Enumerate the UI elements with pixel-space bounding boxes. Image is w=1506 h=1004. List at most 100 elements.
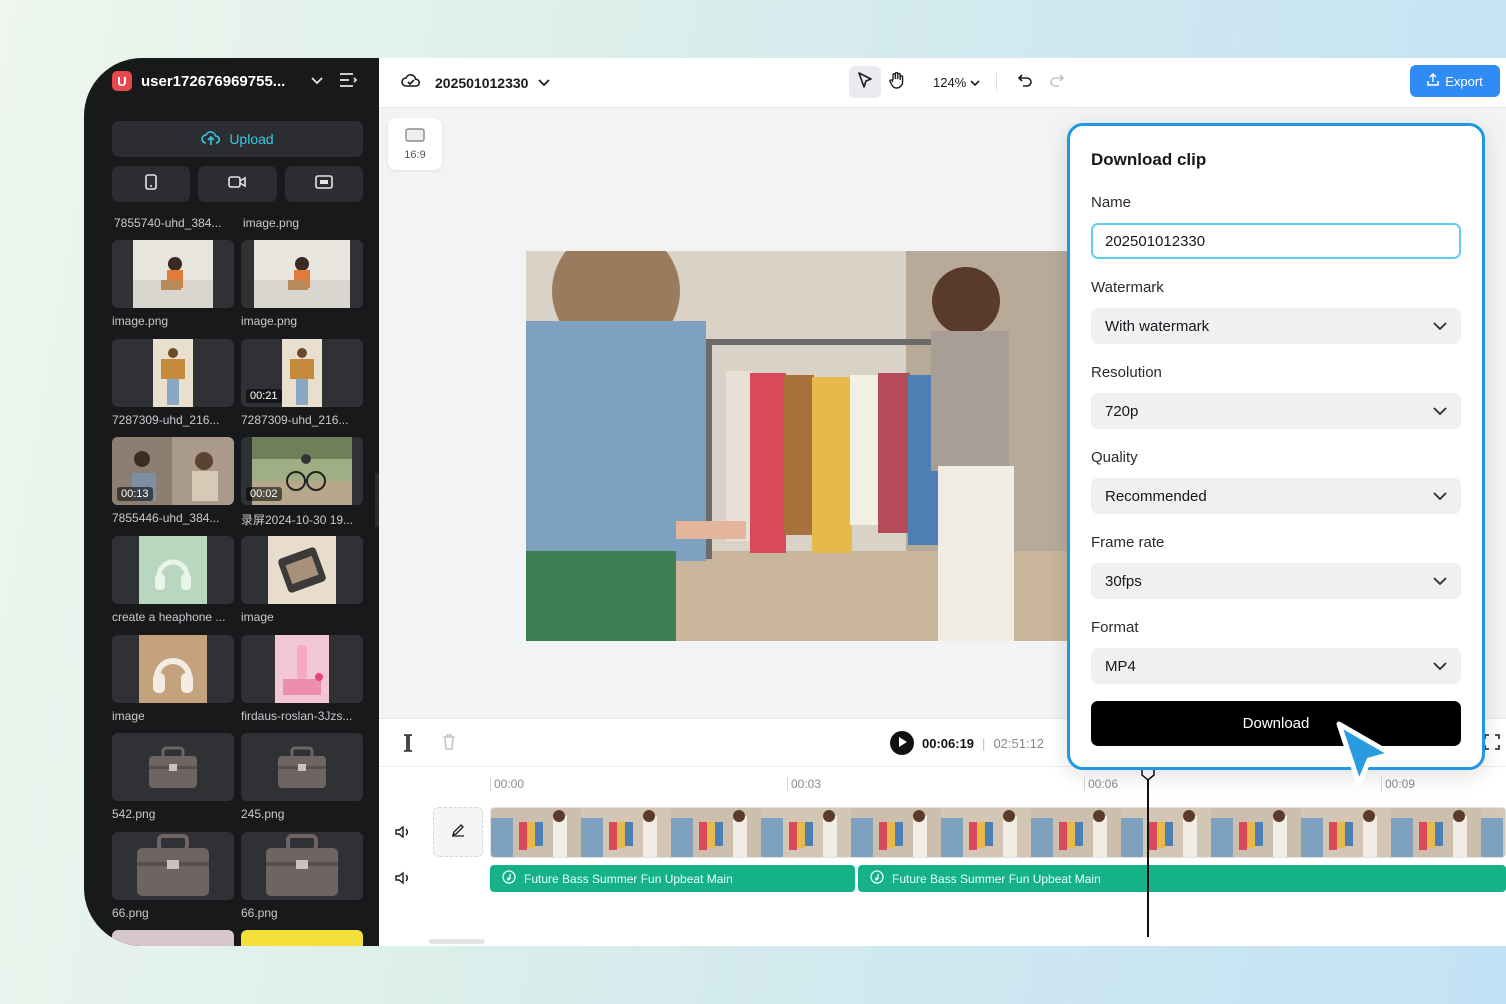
media-caption: create a heaphone ... xyxy=(112,610,226,624)
aspect-ratio-label: 16:9 xyxy=(404,148,426,161)
watermark-value: With watermark xyxy=(1105,317,1210,335)
project-menu[interactable]: 202501012330 xyxy=(401,72,551,93)
timeline-scrollbar[interactable] xyxy=(429,939,485,944)
media-item[interactable]: image.png xyxy=(112,240,234,328)
fullscreen-icon xyxy=(1484,734,1500,754)
undo-button[interactable] xyxy=(1009,66,1041,98)
play-button[interactable] xyxy=(890,731,914,755)
export-label: Export xyxy=(1445,73,1483,89)
export-button[interactable]: Export xyxy=(1410,65,1500,97)
chevron-down-icon xyxy=(1433,488,1447,505)
media-thumbnail xyxy=(112,240,234,308)
media-caption: image.png xyxy=(243,216,300,230)
name-input[interactable] xyxy=(1091,223,1461,259)
fullscreen-button[interactable] xyxy=(1484,734,1500,755)
framerate-select[interactable]: 30fps xyxy=(1091,563,1461,599)
resolution-label: Resolution xyxy=(1091,364,1162,381)
media-thumbnail xyxy=(112,930,234,946)
media-item[interactable] xyxy=(112,930,234,946)
delete-button[interactable] xyxy=(442,734,456,755)
quality-select[interactable]: Recommended xyxy=(1091,478,1461,514)
media-item[interactable]: 542.png xyxy=(112,733,234,821)
media-item[interactable]: image xyxy=(112,635,234,723)
media-item[interactable]: image xyxy=(241,536,363,624)
top-toolbar: 202501012330 124% Export xyxy=(379,58,1506,108)
video-frame-thumbnail xyxy=(491,808,581,857)
media-item[interactable]: firdaus-roslan-3Jzs... xyxy=(241,635,363,723)
media-sidebar: U user172676969755... Upload 7855740-uhd… xyxy=(84,58,385,946)
panel-menu-icon[interactable] xyxy=(339,72,358,93)
media-thumbnail xyxy=(112,832,234,900)
media-thumbnail xyxy=(112,733,234,801)
video-frame-thumbnail xyxy=(1121,808,1211,857)
media-item[interactable]: 7855740-uhd_384... xyxy=(114,212,236,230)
watermark-label: Watermark xyxy=(1091,279,1164,296)
media-item[interactable]: 66.png xyxy=(241,832,363,920)
chevron-down-icon xyxy=(1433,573,1447,590)
name-label: Name xyxy=(1091,194,1132,211)
media-item[interactable]: 00:13 7855446-uhd_384... xyxy=(112,437,234,525)
video-preview[interactable] xyxy=(526,251,1086,641)
aspect-ratio-button[interactable]: 16:9 xyxy=(388,118,442,170)
split-button[interactable] xyxy=(401,734,415,757)
quality-label: Quality xyxy=(1091,449,1138,466)
zoom-dropdown[interactable]: 124% xyxy=(933,75,980,90)
media-thumbnail xyxy=(241,635,363,703)
device-buttons xyxy=(112,166,363,202)
preview-frame-image xyxy=(526,251,1086,641)
playhead[interactable] xyxy=(1141,767,1155,937)
quality-value: Recommended xyxy=(1105,487,1207,505)
time-tick: 00:00 xyxy=(490,777,524,791)
video-track-mute-button[interactable] xyxy=(395,825,411,844)
media-duration: 00:02 xyxy=(246,487,282,501)
media-item[interactable]: image.png xyxy=(243,212,365,230)
video-frame-thumbnail xyxy=(851,808,941,857)
media-thumbnail xyxy=(241,733,363,801)
hand-tool-button[interactable] xyxy=(881,66,913,98)
media-item[interactable]: 00:02 录屏2024-10-30 19... xyxy=(241,437,363,528)
redo-icon xyxy=(1049,72,1065,93)
cover-edit-button[interactable] xyxy=(433,807,483,857)
select-tool-button[interactable] xyxy=(849,66,881,98)
media-item[interactable]: 66.png xyxy=(112,832,234,920)
media-item[interactable]: create a heaphone ... xyxy=(112,536,234,624)
media-caption: 7855740-uhd_384... xyxy=(114,216,222,230)
resolution-select[interactable]: 720p xyxy=(1091,393,1461,429)
media-item[interactable]: 245.png xyxy=(241,733,363,821)
video-frame-thumbnail xyxy=(1211,808,1301,857)
media-thumbnail xyxy=(241,536,363,604)
media-caption: image.png xyxy=(112,314,169,328)
record-screen-button[interactable] xyxy=(284,166,363,202)
trash-icon xyxy=(442,734,456,754)
media-caption: image.png xyxy=(241,314,298,328)
camera-icon xyxy=(228,175,247,194)
media-item[interactable]: 00:21 7287309-uhd_216... xyxy=(241,339,363,427)
music-note-icon xyxy=(870,870,884,887)
upload-button[interactable]: Upload xyxy=(112,121,363,157)
current-time: 00:06:19 xyxy=(922,735,975,751)
framerate-value: 30fps xyxy=(1105,572,1142,590)
media-item[interactable]: image.png xyxy=(241,240,363,328)
audio-clip[interactable]: Future Bass Summer Fun Upbeat Main xyxy=(858,865,1506,892)
media-thumbnail xyxy=(241,832,363,900)
format-select[interactable]: MP4 xyxy=(1091,648,1461,684)
chevron-down-icon xyxy=(1433,658,1447,675)
media-caption: image xyxy=(112,709,145,723)
media-item[interactable] xyxy=(241,930,363,946)
record-video-button[interactable] xyxy=(198,166,277,202)
account-switcher[interactable]: U user172676969755... xyxy=(112,70,323,92)
video-clip[interactable] xyxy=(490,807,1506,858)
chevron-down-icon xyxy=(311,74,323,88)
speaker-icon xyxy=(395,871,411,889)
audio-clip[interactable]: Future Bass Summer Fun Upbeat Main xyxy=(490,865,855,892)
phone-upload-button[interactable] xyxy=(112,166,191,202)
dialog-title: Download clip xyxy=(1091,150,1207,169)
download-button[interactable]: Download xyxy=(1091,701,1461,746)
media-item[interactable]: 7287309-uhd_216... xyxy=(112,339,234,427)
watermark-select[interactable]: With watermark xyxy=(1091,308,1461,344)
redo-button[interactable] xyxy=(1041,66,1073,98)
audio-track-mute-button[interactable] xyxy=(395,871,411,890)
cloud-sync-icon xyxy=(401,72,421,93)
media-caption: 245.png xyxy=(241,807,285,821)
cloud-upload-icon xyxy=(201,130,221,149)
